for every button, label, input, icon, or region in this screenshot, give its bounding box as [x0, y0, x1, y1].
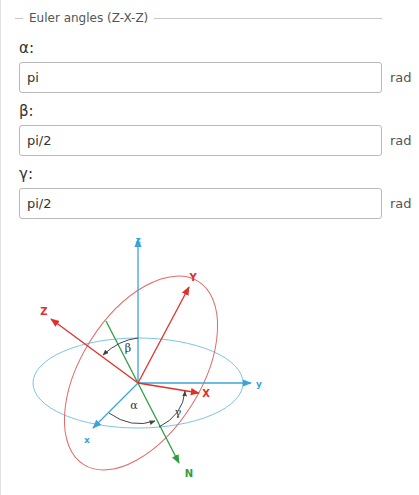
- field-label: β:: [19, 101, 412, 121]
- panel-legend: Euler angles (Z-X-Z): [15, 10, 382, 26]
- field-label: α:: [19, 38, 412, 58]
- rotated-axis: [51, 319, 138, 383]
- rotated-axis: [138, 287, 189, 383]
- rotated-axis: [138, 383, 199, 393]
- angle-arc: [109, 413, 155, 424]
- euler-panel: Euler angles (Z-X-Z) α: rad β: rad γ: rad z y x Z Y…: [0, 0, 419, 495]
- rotated-axis-label: X: [202, 388, 210, 399]
- rotated-axis-label: Z: [40, 306, 47, 317]
- rotated-axis-label: Y: [188, 272, 197, 283]
- angle-label: β: [125, 342, 131, 355]
- angle-label: γ: [175, 406, 182, 419]
- angle-field: β: rad: [19, 101, 412, 164]
- rotated-plane: [33, 250, 249, 489]
- angle-input[interactable]: [19, 188, 382, 219]
- angle-input[interactable]: [19, 62, 382, 93]
- fixed-axis: [137, 239, 138, 383]
- field-label: γ:: [19, 164, 412, 184]
- angle-field: α: rad: [19, 38, 412, 101]
- angle-arc: [103, 338, 138, 355]
- angle-label: α: [130, 399, 138, 412]
- euler-diagram: z y x Z Y X Nα β γ: [1, 227, 419, 489]
- angle-field: γ: rad: [19, 164, 412, 227]
- unit-label: rad: [390, 196, 412, 211]
- node-line: [106, 321, 179, 463]
- angle-input[interactable]: [19, 125, 382, 156]
- unit-label: rad: [390, 70, 412, 85]
- node-line-label: N: [185, 468, 193, 479]
- fixed-axis: [138, 382, 251, 383]
- fixed-axis: [93, 383, 138, 428]
- fixed-axis-label: x: [84, 435, 90, 445]
- angle-arc: [159, 391, 185, 427]
- fixed-axis-label: y: [256, 379, 262, 389]
- fixed-axis-label: z: [135, 235, 140, 245]
- unit-label: rad: [390, 133, 412, 148]
